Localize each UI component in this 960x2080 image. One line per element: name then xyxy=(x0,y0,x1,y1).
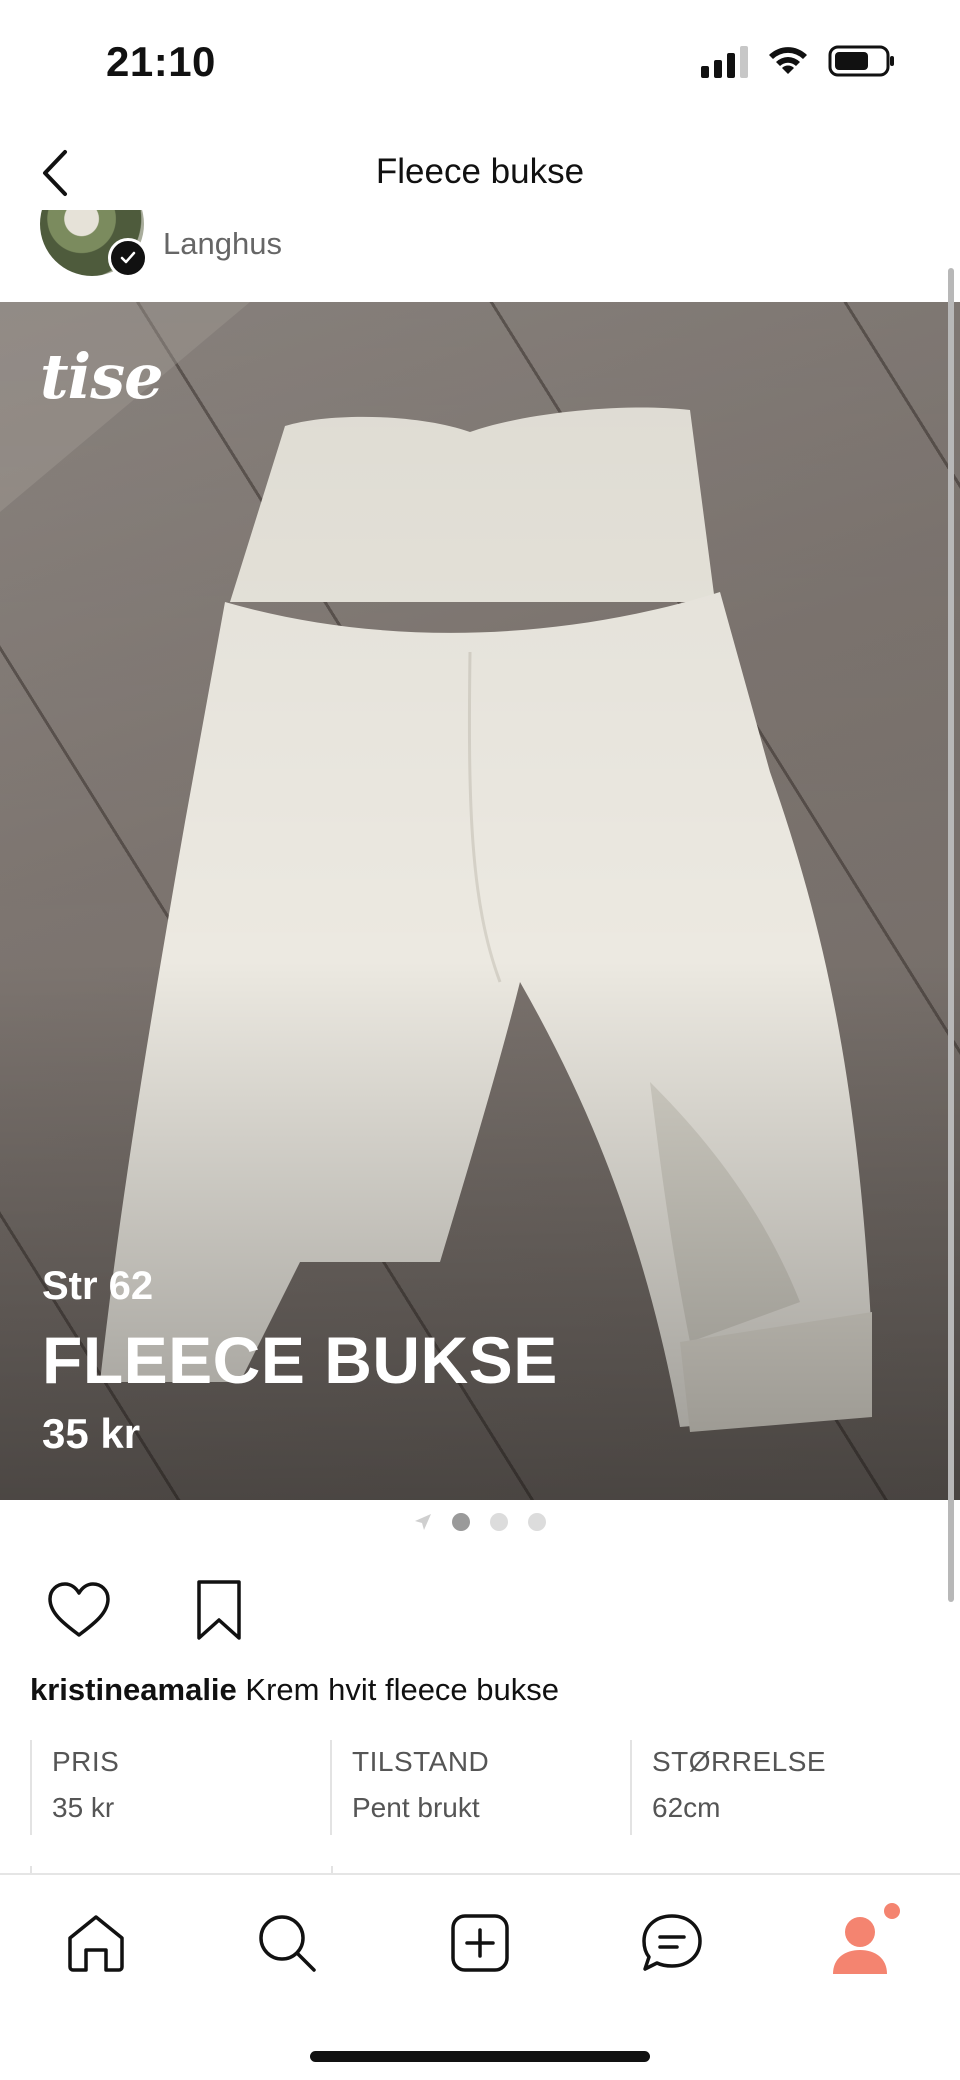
search-icon xyxy=(259,1915,316,1972)
like-button[interactable] xyxy=(44,1575,114,1645)
pager-dot-2[interactable] xyxy=(490,1513,508,1531)
scrollbar[interactable] xyxy=(948,268,954,1602)
save-button[interactable] xyxy=(184,1575,254,1645)
photo-pager[interactable] xyxy=(0,1508,960,1536)
product-photo[interactable]: tise Str 62 FLEECE BUKSE 35 kr xyxy=(0,302,960,1500)
status-bar: 21:10 xyxy=(0,0,960,120)
chat-icon xyxy=(642,1914,702,1971)
heart-icon xyxy=(48,1582,110,1637)
detail-price: PRIS 35 kr xyxy=(30,1740,330,1835)
status-icons xyxy=(701,44,896,78)
wifi-icon xyxy=(769,47,807,74)
page-title: Fleece bukse xyxy=(375,152,585,191)
tab-home[interactable] xyxy=(56,1903,136,1983)
tab-messages[interactable] xyxy=(632,1903,712,1983)
detail-condition: TILSTAND Pent brukt xyxy=(330,1740,630,1835)
tab-search[interactable] xyxy=(247,1903,327,1983)
detail-label: TILSTAND xyxy=(352,1746,490,1777)
detail-value: 35 kr xyxy=(52,1792,115,1823)
overlay-size: Str 62 xyxy=(42,1264,154,1308)
detail-label: PRIS xyxy=(52,1746,120,1777)
detail-label: STØRRELSE xyxy=(652,1746,827,1777)
tab-bar xyxy=(0,1873,960,2080)
caption-username[interactable]: kristineamalie xyxy=(30,1672,237,1707)
status-time: 21:10 xyxy=(106,38,216,85)
pager-dot-3[interactable] xyxy=(528,1513,546,1531)
overlay-title: FLEECE BUKSE xyxy=(42,1323,558,1397)
tab-profile[interactable] xyxy=(822,1903,902,1983)
tise-logo: tise xyxy=(40,340,164,413)
profile-icon xyxy=(833,1917,887,1974)
seller-location: Langhus xyxy=(163,226,282,261)
post-caption: kristineamalie Krem hvit fleece bukse xyxy=(30,1672,559,1708)
photo-shade xyxy=(0,302,960,1500)
caption-description: Krem hvit fleece bukse xyxy=(245,1672,560,1707)
bookmark-icon xyxy=(197,1580,241,1640)
post-actions xyxy=(44,1575,254,1645)
battery-icon xyxy=(828,45,894,77)
detail-size: STØRRELSE 62cm xyxy=(630,1740,930,1835)
overlay-price: 35 kr xyxy=(42,1410,141,1457)
detail-value: 62cm xyxy=(652,1792,721,1823)
plus-square-icon xyxy=(451,1914,509,1972)
notification-dot xyxy=(884,1903,900,1919)
home-indicator[interactable] xyxy=(310,2051,650,2062)
verified-check-icon xyxy=(108,238,148,278)
home-icon xyxy=(68,1915,124,1972)
pager-dot-1[interactable] xyxy=(452,1513,470,1531)
cellular-signal-icon xyxy=(701,44,748,78)
location-arrow-icon xyxy=(415,1514,431,1530)
detail-value: Pent brukt xyxy=(352,1792,480,1823)
product-details: PRIS 35 kr TILSTAND Pent brukt STØRRELSE… xyxy=(30,1740,930,1835)
tab-create[interactable] xyxy=(440,1903,520,1983)
seller-row[interactable]: Langhus xyxy=(0,210,960,302)
